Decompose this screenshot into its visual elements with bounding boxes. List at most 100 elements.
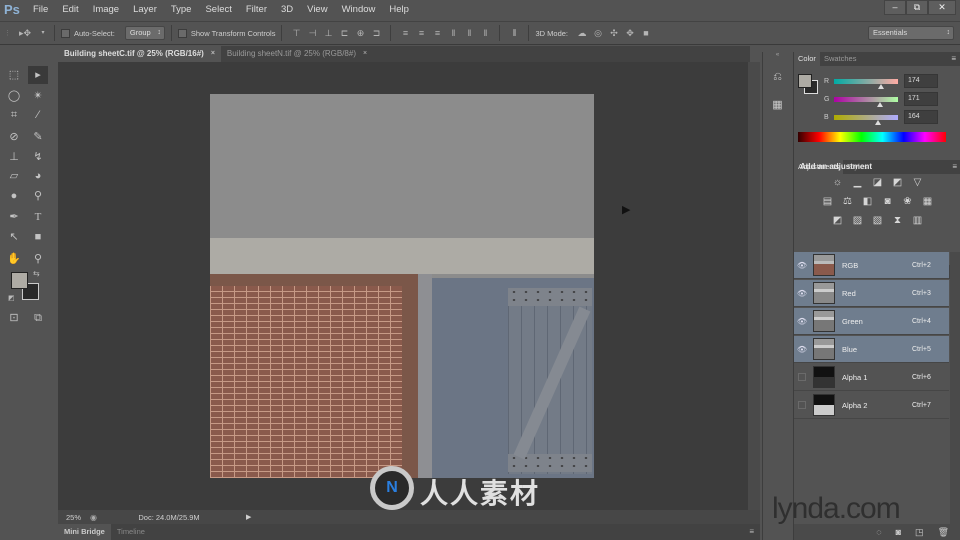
visibility-eye-icon[interactable]: 👁 bbox=[795, 289, 809, 298]
3d-drag-icon[interactable]: ✣ bbox=[608, 27, 620, 39]
invert-icon[interactable]: ◩ bbox=[832, 215, 844, 227]
visibility-checkbox[interactable] bbox=[798, 401, 806, 409]
3d-slide-icon[interactable]: ✥ bbox=[624, 27, 636, 39]
vibrance-icon[interactable]: ▽ bbox=[912, 177, 924, 189]
document-canvas[interactable] bbox=[210, 94, 594, 478]
doc-tab-building-sheet-n[interactable]: Building sheetN.tif @ 25% (RGB/8#) × bbox=[221, 46, 373, 62]
load-selection-icon[interactable]: ◌ bbox=[876, 527, 881, 537]
doc-tab-building-sheet-c[interactable]: Building sheetC.tif @ 25% (RGB/16#) × bbox=[58, 46, 221, 62]
paint-bucket-tool-icon[interactable]: ◕ bbox=[28, 167, 48, 185]
green-value-input[interactable]: 171 bbox=[904, 92, 938, 106]
panel-menu-icon[interactable]: ≡ bbox=[951, 52, 956, 66]
channel-row-alpha-1[interactable]: Alpha 1 Ctrl+6 bbox=[794, 364, 949, 391]
brightness-icon[interactable]: ☼ bbox=[832, 177, 844, 189]
blue-value-input[interactable]: 164 bbox=[904, 110, 938, 124]
menu-image[interactable]: Image bbox=[86, 0, 126, 20]
delete-channel-icon[interactable]: 🗑 bbox=[938, 527, 949, 538]
red-slider-track[interactable] bbox=[834, 78, 898, 89]
hue-saturation-icon[interactable]: ▤ bbox=[822, 196, 834, 208]
menu-type[interactable]: Type bbox=[164, 0, 199, 20]
pen-tool-icon[interactable]: ✒ bbox=[4, 208, 24, 226]
collapse-arrows-icon[interactable]: « bbox=[763, 52, 792, 60]
hand-tool-icon[interactable]: ✋ bbox=[4, 250, 24, 268]
distribute-left-icon[interactable]: ‖ bbox=[447, 27, 459, 39]
auto-select-checkbox[interactable] bbox=[61, 28, 70, 38]
rectangle-tool-icon[interactable]: ■ bbox=[28, 228, 48, 246]
chevron-down-icon[interactable]: ▾ bbox=[40, 27, 46, 39]
healing-brush-tool-icon[interactable]: ⊘ bbox=[4, 128, 24, 146]
minimize-button[interactable]: – bbox=[884, 0, 906, 15]
menu-file[interactable]: File bbox=[26, 0, 55, 20]
channel-mixer-icon[interactable]: ❀ bbox=[902, 196, 914, 208]
threshold-icon[interactable]: ▧ bbox=[872, 215, 884, 227]
align-bottom-icon[interactable]: ⊥ bbox=[322, 27, 334, 39]
distribute-vcenter-icon[interactable]: ≡ bbox=[415, 27, 427, 39]
zoom-tool-icon[interactable]: ⚲ bbox=[28, 250, 48, 268]
history-brush-tool-icon[interactable]: ↯ bbox=[28, 148, 48, 166]
eraser-tool-icon[interactable]: ▱ bbox=[4, 167, 24, 185]
menu-select[interactable]: Select bbox=[198, 0, 238, 20]
channel-row-rgb[interactable]: 👁 RGB Ctrl+2 bbox=[794, 252, 949, 279]
lasso-tool-icon[interactable]: ◯ bbox=[4, 87, 24, 105]
menu-filter[interactable]: Filter bbox=[239, 0, 274, 20]
close-icon[interactable]: × bbox=[211, 46, 215, 62]
channel-row-green[interactable]: 👁 Green Ctrl+4 bbox=[794, 308, 949, 335]
channel-row-blue[interactable]: 👁 Blue Ctrl+5 bbox=[794, 336, 949, 363]
color-balance-icon[interactable]: ⚖ bbox=[842, 196, 854, 208]
auto-select-mode-dropdown[interactable]: Group bbox=[124, 26, 165, 40]
status-preview-icon[interactable]: ◉ bbox=[90, 513, 104, 522]
green-slider-track[interactable] bbox=[834, 96, 898, 107]
visibility-eye-icon[interactable]: 👁 bbox=[795, 317, 809, 326]
tab-timeline[interactable]: Timeline bbox=[111, 524, 151, 540]
move-tool-icon[interactable]: ▸ bbox=[28, 66, 48, 84]
align-left-icon[interactable]: ⊏ bbox=[338, 27, 350, 39]
options-grip[interactable]: ⋮ bbox=[4, 29, 12, 37]
3d-scale-icon[interactable]: ■ bbox=[640, 27, 652, 39]
menu-help[interactable]: Help bbox=[382, 0, 416, 20]
type-tool-icon[interactable]: T bbox=[28, 208, 48, 226]
channel-row-alpha-2[interactable]: Alpha 2 Ctrl+7 bbox=[794, 392, 949, 419]
menu-3d[interactable]: 3D bbox=[274, 0, 300, 20]
brush-tool-icon[interactable]: ✎ bbox=[28, 128, 48, 146]
clone-stamp-tool-icon[interactable]: ⊥ bbox=[4, 148, 24, 166]
distribute-hcenter-icon[interactable]: ‖ bbox=[463, 27, 475, 39]
visibility-eye-icon[interactable]: 👁 bbox=[795, 261, 809, 270]
align-top-icon[interactable]: ⊤ bbox=[290, 27, 302, 39]
eyedropper-tool-icon[interactable]: ⁄ bbox=[28, 106, 48, 124]
foreground-color-swatch[interactable] bbox=[11, 272, 28, 289]
distribute-bottom-icon[interactable]: ≡ bbox=[431, 27, 443, 39]
posterize-icon[interactable]: ▨ bbox=[852, 215, 864, 227]
show-transform-checkbox[interactable] bbox=[177, 28, 187, 38]
move-tool-preset-icon[interactable]: ▸✥ bbox=[14, 27, 36, 39]
panel-menu-icon[interactable]: ≡ bbox=[749, 524, 754, 540]
distribute-right-icon[interactable]: ‖ bbox=[479, 27, 491, 39]
menu-edit[interactable]: Edit bbox=[55, 0, 85, 20]
align-vcenter-icon[interactable]: ⊣ bbox=[306, 27, 318, 39]
vertical-scrollbar[interactable] bbox=[748, 62, 760, 510]
visibility-checkbox[interactable] bbox=[798, 373, 806, 381]
swap-colors-icon[interactable]: ⇆ bbox=[33, 269, 40, 278]
tab-swatches[interactable]: Swatches bbox=[820, 52, 861, 66]
crop-tool-icon[interactable]: ⌗ bbox=[4, 106, 24, 124]
restore-button[interactable]: ⧉ bbox=[906, 0, 928, 15]
screen-mode-icon[interactable]: ⧉ bbox=[28, 309, 48, 327]
dodge-tool-icon[interactable]: ⚲ bbox=[28, 187, 48, 205]
3d-rotate-icon[interactable]: ☁ bbox=[576, 27, 588, 39]
gradient-map-icon[interactable]: ▥ bbox=[912, 215, 924, 227]
red-value-input[interactable]: 174 bbox=[904, 74, 938, 88]
color-foreground-swatch[interactable] bbox=[798, 74, 812, 88]
tab-color[interactable]: Color bbox=[794, 52, 820, 66]
red-slider-thumb[interactable] bbox=[877, 83, 884, 89]
blue-slider-track[interactable] bbox=[834, 114, 898, 125]
menu-window[interactable]: Window bbox=[335, 0, 383, 20]
channel-row-red[interactable]: 👁 Red Ctrl+3 bbox=[794, 280, 949, 307]
color-lookup-icon[interactable]: ▦ bbox=[922, 196, 934, 208]
black-white-icon[interactable]: ◧ bbox=[862, 196, 874, 208]
auto-align-icon[interactable]: ⫴ bbox=[508, 27, 520, 39]
blue-slider-thumb[interactable] bbox=[874, 119, 881, 125]
zoom-level[interactable]: 25% bbox=[58, 513, 90, 522]
align-right-icon[interactable]: ⊐ bbox=[370, 27, 382, 39]
align-hcenter-icon[interactable]: ⊕ bbox=[354, 27, 366, 39]
status-menu-arrow[interactable]: ▶ bbox=[246, 513, 251, 521]
blur-tool-icon[interactable]: ● bbox=[4, 187, 24, 205]
